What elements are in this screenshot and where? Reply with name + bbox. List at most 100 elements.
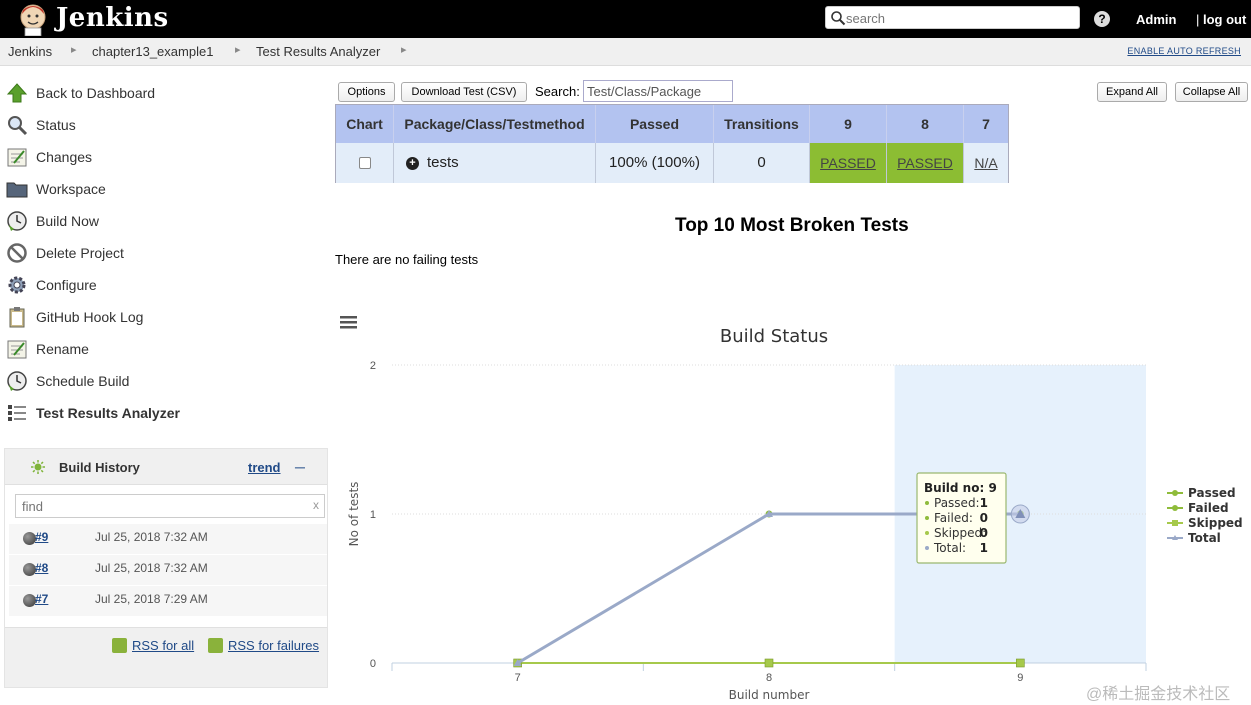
up-arrow-icon (6, 83, 28, 103)
logout-separator: | (1196, 12, 1203, 27)
user-link[interactable]: Admin (1136, 12, 1176, 27)
build-status-chart: 0 1 2 7 8 9 Build Status Build number No of test… (340, 315, 1251, 705)
breadcrumb-page[interactable]: Test Results Analyzer (256, 44, 380, 59)
options-button[interactable]: Options (338, 82, 395, 102)
build-date[interactable]: Jul 25, 2018 7:32 AM (95, 561, 208, 575)
transitions-cell: 0 (714, 143, 810, 183)
sidebar-item-test-results-analyzer[interactable]: Test Results Analyzer (6, 401, 306, 425)
sidebar-item-workspace[interactable]: Workspace (6, 177, 306, 201)
y-tick-label: 1 (370, 509, 376, 521)
build-number-link[interactable]: #9 (35, 530, 48, 544)
build-row[interactable]: #9 Jul 25, 2018 7:32 AM (9, 524, 327, 554)
logout-link[interactable]: | log out (1196, 12, 1246, 27)
expand-all-button[interactable]: Expand All (1097, 82, 1167, 102)
rss-icon[interactable] (112, 638, 127, 653)
build-7-result-link[interactable]: N/A (974, 155, 997, 171)
build-8-result-link[interactable]: PASSED (897, 155, 953, 171)
tooltip-label: Skipped: (934, 526, 986, 540)
global-search[interactable] (825, 6, 1080, 29)
clipboard-icon (9, 307, 25, 328)
chart-checkbox[interactable] (358, 157, 371, 170)
sidebar-item-label: Changes (36, 149, 93, 165)
breadcrumb-arrow-icon[interactable]: ▸ (71, 43, 77, 56)
breadcrumb-project[interactable]: chapter13_example1 (92, 44, 213, 59)
build-number-link[interactable]: #7 (35, 592, 48, 606)
sidebar-item-label: Workspace (36, 181, 106, 197)
passed-cell: 100% (100%) (596, 143, 714, 183)
download-csv-button[interactable]: Download Test (CSV) (401, 82, 527, 102)
sidebar-item-schedule-build[interactable]: Schedule Build (6, 369, 306, 393)
tooltip-dot (925, 501, 929, 505)
tooltip-value: 0 (980, 511, 988, 525)
build-number-link[interactable]: #8 (35, 561, 48, 575)
enable-auto-refresh-link[interactable]: ENABLE AUTO REFRESH (1127, 46, 1241, 56)
search-input[interactable] (846, 9, 1074, 27)
chart-cell (336, 143, 394, 183)
sidebar-item-status[interactable]: Status (6, 113, 306, 137)
build-row[interactable]: #8 Jul 25, 2018 7:32 AM (9, 555, 327, 585)
sidebar-item-rename[interactable]: Rename (6, 337, 306, 361)
data-point-skipped (764, 658, 774, 668)
rss-failures-link[interactable]: RSS for failures (228, 638, 319, 653)
logout-label[interactable]: log out (1203, 12, 1246, 27)
legend-marker (1172, 505, 1178, 511)
rss-all-link[interactable]: RSS for all (132, 638, 194, 653)
build-status-chart-svg: 0127 8 9Build StatusBuild numberNo of test… (347, 326, 1243, 702)
column-header-chart: Chart (336, 105, 394, 143)
tooltip-label: Total: (933, 541, 966, 555)
collapse-all-button[interactable]: Collapse All (1175, 82, 1248, 102)
sidebar-item-github-hook-log[interactable]: GitHub Hook Log (6, 305, 306, 329)
tooltip-dot (925, 531, 929, 535)
build-9-result-link[interactable]: PASSED (820, 155, 876, 171)
test-search-field[interactable] (583, 80, 733, 102)
folder-icon (6, 182, 28, 198)
expand-plus-icon[interactable]: + (406, 157, 419, 170)
legend-marker (1172, 490, 1178, 496)
sidebar-item-build-now[interactable]: Build Now (6, 209, 306, 233)
sidebar-item-back-to-dashboard[interactable]: Back to Dashboard (6, 81, 306, 105)
chart-menu-icon[interactable] (340, 315, 357, 329)
build-row[interactable]: #7 Jul 25, 2018 7:29 AM (9, 586, 327, 616)
tooltip-dot (925, 516, 929, 520)
y-tick-label: 2 (370, 360, 376, 372)
build-9-result-cell: PASSED (810, 143, 887, 183)
test-results-table: Chart Package/Class/Testmethod Passed Tr… (335, 104, 1009, 183)
build-date[interactable]: Jul 25, 2018 7:32 AM (95, 530, 208, 544)
brand-title[interactable]: Jenkins (56, 3, 169, 33)
sidebar-item-configure[interactable]: Configure (6, 273, 306, 297)
sidebar-item-changes[interactable]: Changes (6, 145, 306, 169)
data-point-skipped (1016, 658, 1025, 668)
column-header-build-9: 9 (810, 105, 887, 143)
breadcrumb-arrow-icon[interactable]: ▸ (235, 43, 241, 56)
build-7-result-cell: N/A (964, 143, 1008, 183)
breadcrumb-arrow-icon[interactable]: ▸ (401, 43, 407, 56)
tooltip-title: Build no: 9 (924, 481, 997, 495)
clock-icon (7, 371, 27, 391)
build-find-field[interactable]: x (15, 494, 325, 518)
sidebar-item-delete-project[interactable]: Delete Project (6, 241, 306, 265)
collapse-panel-icon[interactable]: ─ (295, 459, 305, 475)
x-tick-label: 8 (766, 672, 772, 684)
clock-icon (7, 211, 27, 231)
tooltip-label: Failed: (934, 511, 973, 525)
notepad-icon (7, 340, 27, 359)
jenkins-logo-icon[interactable] (16, 2, 50, 36)
no-entry-icon (7, 243, 27, 263)
legend-label: Total (1188, 531, 1221, 545)
build-date[interactable]: Jul 25, 2018 7:29 AM (95, 592, 208, 606)
rss-icon[interactable] (208, 638, 223, 653)
sidebar-item-label: Rename (36, 341, 89, 357)
column-header-build-7: 7 (964, 105, 1008, 143)
magnifier-icon (8, 116, 28, 136)
build-find-input[interactable] (22, 498, 302, 514)
build-history-header: Build History trend ─ (5, 449, 327, 485)
trend-link[interactable]: trend (248, 460, 281, 475)
x-axis-label: Build number (729, 688, 810, 702)
test-search-input[interactable] (587, 83, 729, 99)
breadcrumb-jenkins[interactable]: Jenkins (8, 44, 52, 59)
clear-find-icon[interactable]: x (313, 498, 319, 512)
chart-title: Build Status (720, 326, 828, 347)
sidebar-item-label: Test Results Analyzer (36, 405, 180, 421)
build-history-title: Build History (59, 460, 140, 475)
help-icon[interactable]: ? (1094, 11, 1110, 27)
